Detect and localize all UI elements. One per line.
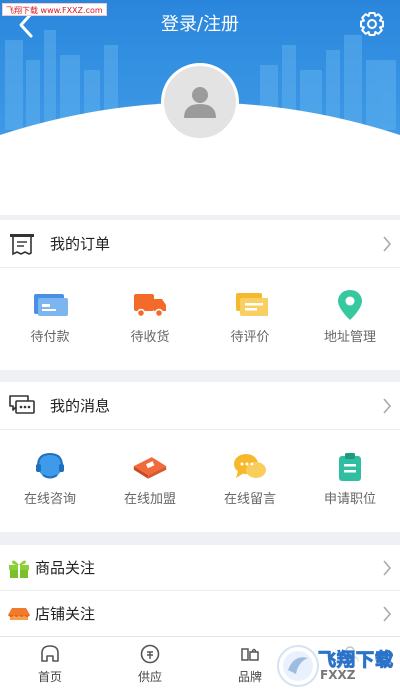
chevron-right-icon	[383, 236, 392, 252]
order-pending-payment[interactable]: 待付款	[0, 268, 100, 368]
profile-header: 飞翔下载 www.FXXZ.com 登录/注册	[0, 0, 400, 215]
delivery-truck-icon	[132, 290, 168, 320]
chevron-right-icon	[383, 606, 392, 622]
nav-home[interactable]: 首页	[0, 637, 100, 691]
order-pending-review-label: 待评价	[230, 330, 270, 345]
nav-home-label: 首页	[37, 670, 62, 684]
brand-icon	[241, 648, 259, 661]
location-pin-icon	[332, 290, 368, 320]
supply-icon	[140, 644, 160, 664]
join-box-icon	[132, 452, 168, 482]
gift-icon	[9, 560, 29, 578]
clipboard-icon	[332, 452, 368, 482]
apply-position[interactable]: 申请职位	[300, 430, 400, 530]
orders-title: 我的订单	[50, 235, 111, 253]
watermark-logo-sub: FXXZ	[320, 668, 356, 682]
messages-grid: 在线咨询 在线加盟 在线留言 申请职位	[0, 430, 400, 530]
settings-button[interactable]	[358, 10, 386, 38]
order-pending-receipt[interactable]: 待收货	[100, 268, 200, 368]
nav-supply[interactable]: 供应	[100, 637, 200, 691]
wallet-card-icon	[32, 290, 68, 320]
chevron-right-icon	[383, 398, 392, 414]
orders-header-row[interactable]: 我的订单	[0, 220, 400, 268]
gear-icon	[360, 12, 384, 36]
product-follow-row[interactable]: 商品关注	[0, 545, 400, 591]
top-watermark: 飞翔下载 www.FXXZ.com	[2, 3, 107, 16]
address-management-label: 地址管理	[323, 330, 376, 345]
online-consult-label: 在线咨询	[23, 492, 76, 507]
messages-header-row[interactable]: 我的消息	[0, 382, 400, 430]
review-chat-icon	[232, 290, 268, 320]
message-box-icon	[9, 395, 35, 414]
online-franchise-label: 在线加盟	[123, 492, 176, 507]
chevron-right-icon	[383, 560, 392, 576]
shop-follow-row[interactable]: 店铺关注	[0, 591, 400, 637]
online-message[interactable]: 在线留言	[200, 430, 300, 530]
product-follow-label: 商品关注	[35, 559, 96, 577]
receipt-icon	[10, 234, 34, 256]
headset-icon	[32, 452, 68, 482]
avatar[interactable]	[161, 63, 239, 141]
messages-title: 我的消息	[50, 397, 111, 415]
user-silhouette-icon	[184, 87, 216, 118]
orders-grid: 待付款 待收货 待评价 地址管理	[0, 268, 400, 368]
follow-section: 商品关注 店铺关注	[0, 545, 400, 636]
nav-supply-label: 供应	[137, 670, 162, 684]
shop-awning-icon	[8, 608, 30, 620]
message-bubbles-icon	[232, 452, 268, 482]
orders-section: 我的订单 待付款 待收货 待评价 地址管理	[0, 220, 400, 370]
order-pending-receipt-label: 待收货	[130, 330, 170, 345]
order-pending-review[interactable]: 待评价	[200, 268, 300, 368]
online-consult[interactable]: 在线咨询	[0, 430, 100, 530]
nav-brand-label: 品牌	[237, 670, 262, 684]
online-message-label: 在线留言	[223, 492, 276, 507]
order-pending-payment-label: 待付款	[30, 330, 70, 345]
online-franchise[interactable]: 在线加盟	[100, 430, 200, 530]
shop-follow-label: 店铺关注	[35, 605, 96, 623]
home-icon	[41, 645, 59, 662]
messages-section: 我的消息 在线咨询 在线加盟 在线留言 申请职位	[0, 382, 400, 532]
apply-position-label: 申请职位	[323, 492, 376, 507]
address-management[interactable]: 地址管理	[300, 268, 400, 368]
